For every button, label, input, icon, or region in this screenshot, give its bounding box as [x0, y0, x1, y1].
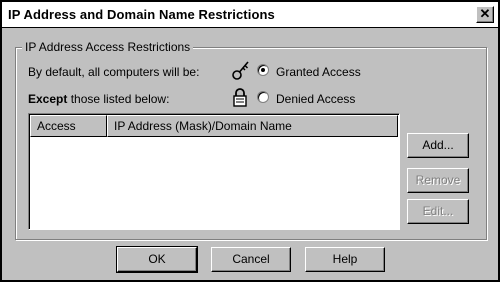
except-rest-text: those listed below: — [67, 92, 170, 106]
denied-access-label[interactable]: Denied Access — [276, 92, 355, 106]
granted-access-radio[interactable] — [257, 64, 269, 76]
remove-button[interactable]: Remove — [407, 168, 469, 193]
radio-selected-dot — [261, 68, 265, 72]
add-button[interactable]: Add... — [407, 133, 469, 158]
ok-button[interactable]: OK — [116, 246, 198, 273]
title-bar: IP Address and Domain Name Restrictions … — [2, 2, 498, 28]
default-access-label: By default, all computers will be: — [28, 65, 200, 79]
dialog-window: IP Address and Domain Name Restrictions … — [0, 0, 500, 282]
group-label: IP Address Access Restrictions — [22, 40, 194, 54]
restrictions-list[interactable]: Access IP Address (Mask)/Domain Name — [28, 113, 400, 230]
except-bold-text: Except — [28, 92, 68, 106]
lock-icon — [233, 88, 247, 107]
edit-button[interactable]: Edit... — [407, 199, 469, 224]
denied-access-radio[interactable] — [257, 91, 269, 103]
column-header-access[interactable]: Access — [30, 115, 107, 137]
key-icon — [232, 61, 249, 80]
column-header-ip-address[interactable]: IP Address (Mask)/Domain Name — [107, 115, 398, 137]
except-label: Except those listed below: — [28, 92, 169, 106]
granted-access-label[interactable]: Granted Access — [276, 65, 361, 79]
dialog-title: IP Address and Domain Name Restrictions — [8, 7, 275, 22]
close-button[interactable]: ✕ — [476, 6, 494, 23]
help-button[interactable]: Help — [305, 247, 385, 272]
close-icon: ✕ — [479, 6, 491, 21]
cancel-button[interactable]: Cancel — [211, 247, 291, 272]
